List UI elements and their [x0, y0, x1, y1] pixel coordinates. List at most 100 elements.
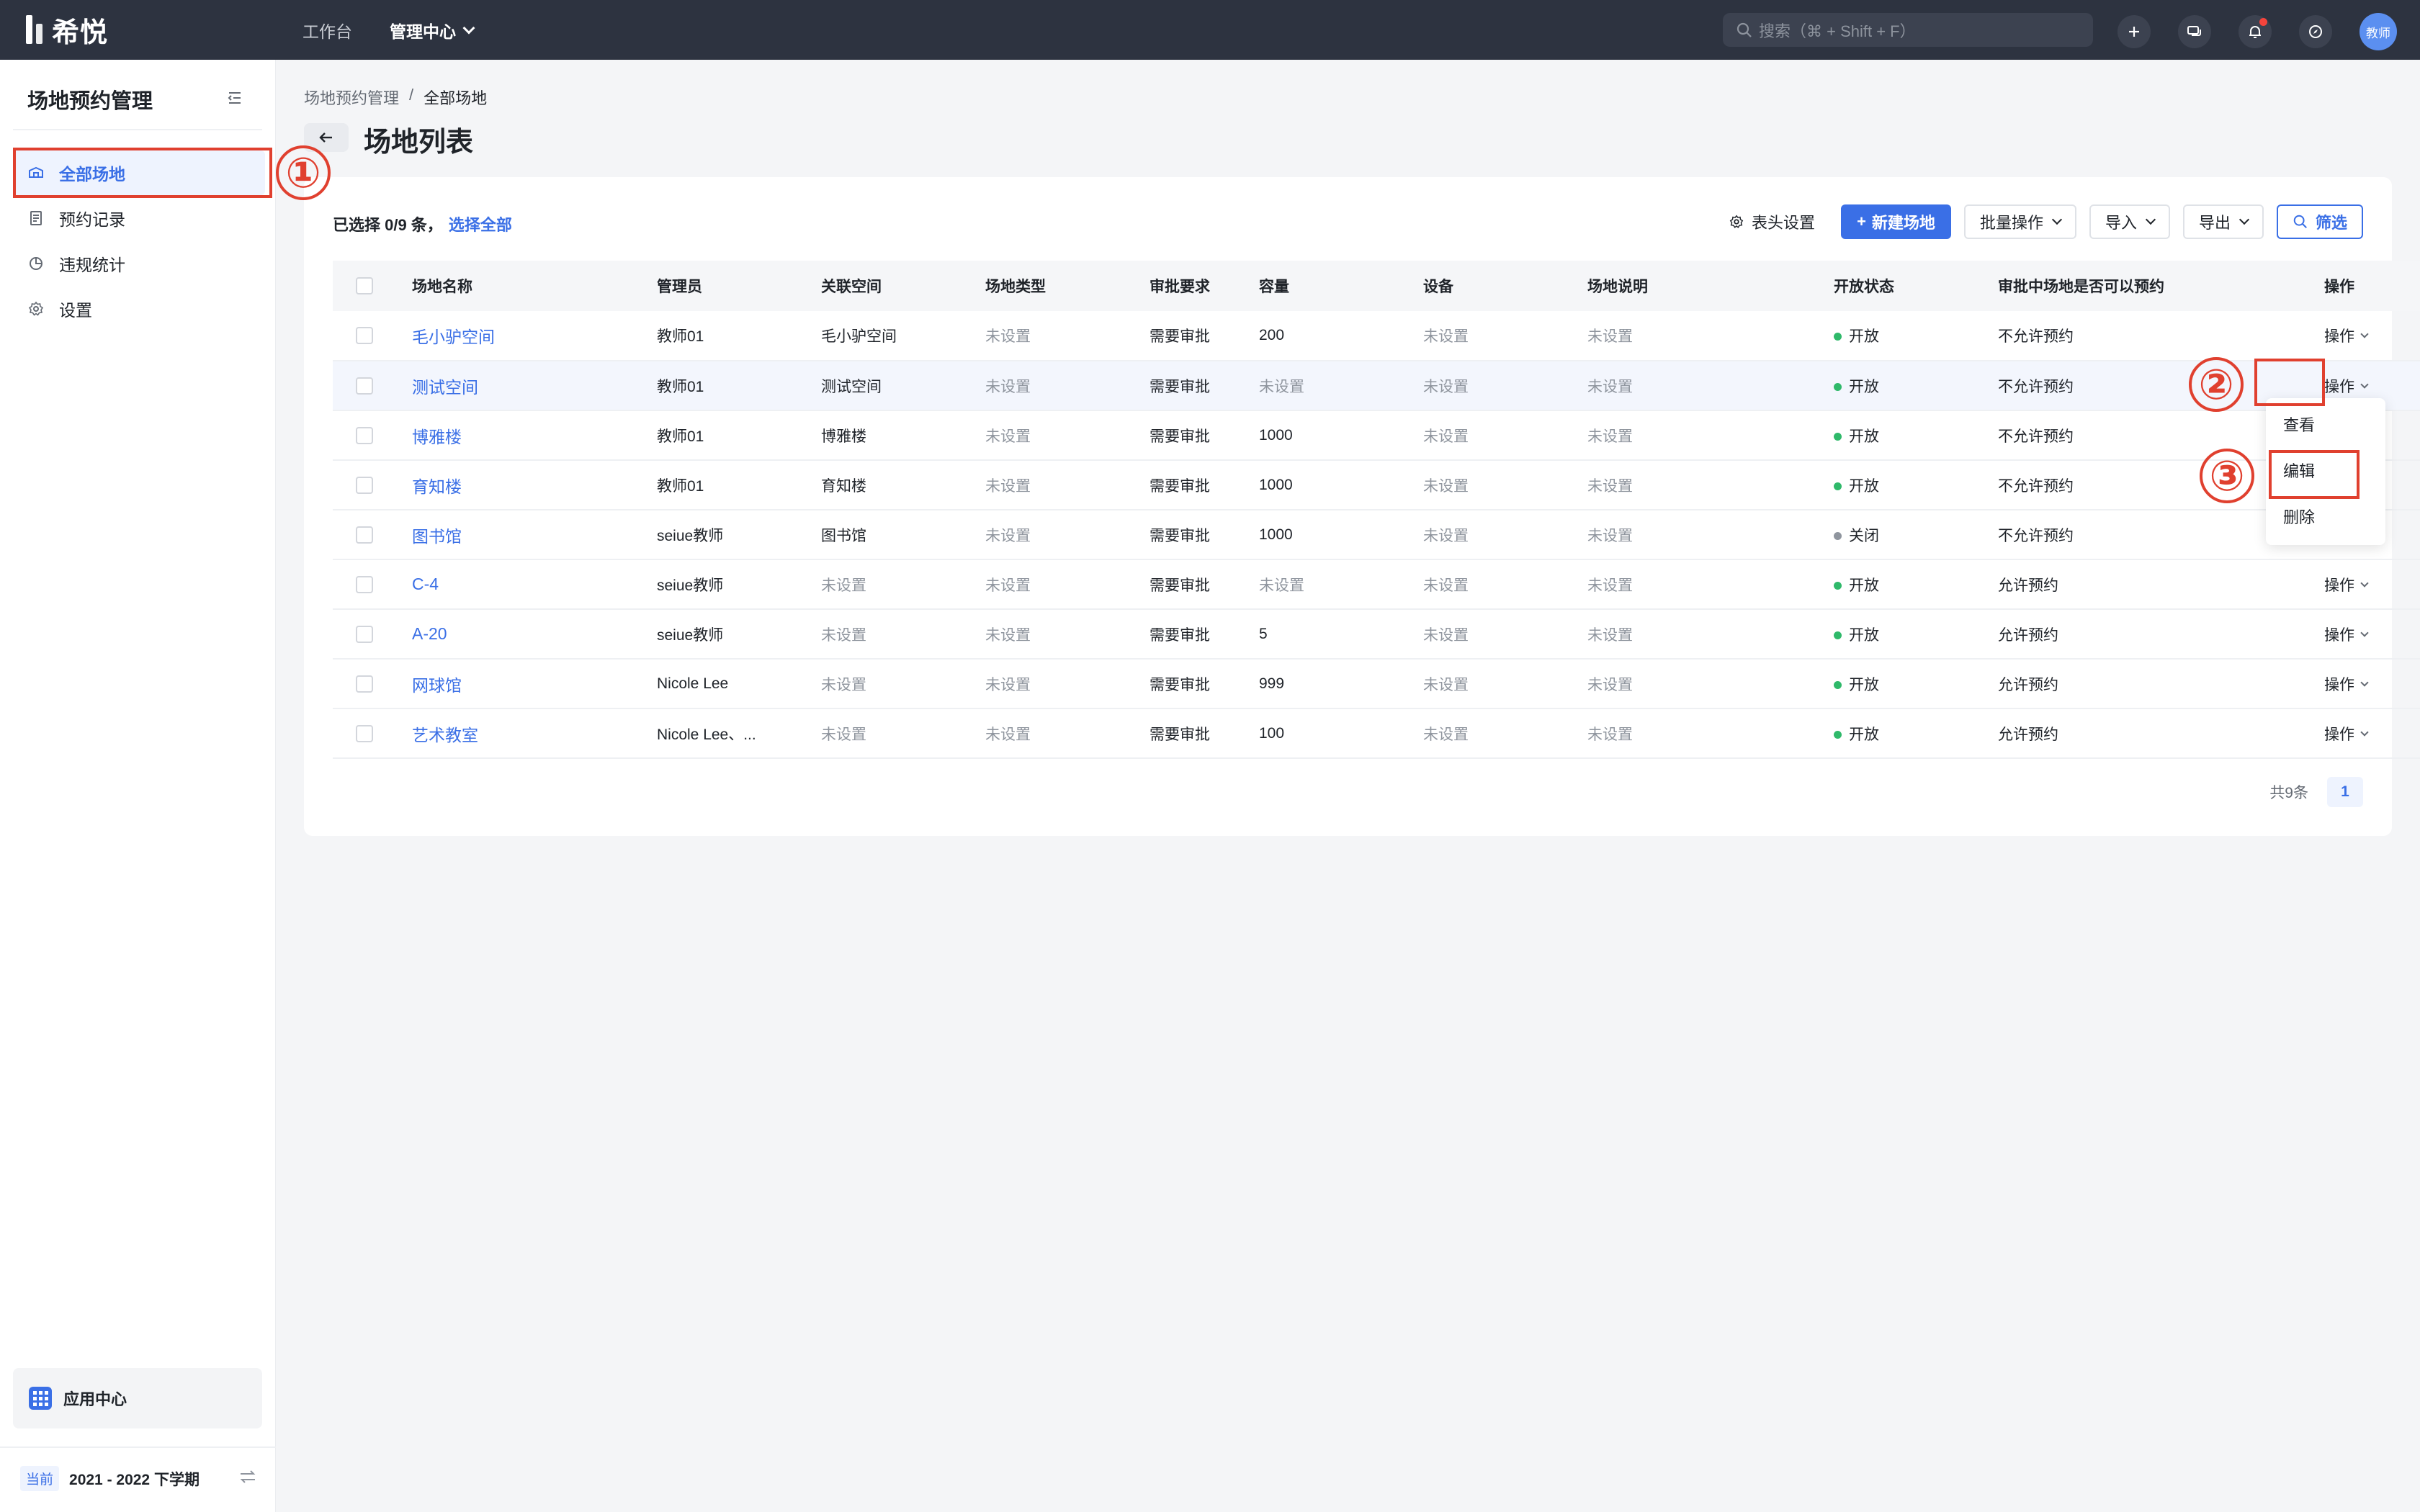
column-header: 关联空间 [821, 279, 882, 295]
status-text: 关闭 [1849, 527, 1879, 544]
row-action-dropdown[interactable]: 操作 [2324, 375, 2369, 397]
app-center-label: 应用中心 [63, 1390, 127, 1408]
row-action-label: 操作 [2324, 676, 2354, 693]
venue-name-link[interactable]: 毛小驴空间 [412, 328, 495, 346]
menu-item-delete[interactable]: 删除 [2283, 505, 2315, 528]
table-row: 博雅楼 教师01 博雅楼 未设置 需要审批 1000 未设置 未设置 开放 不允许预约 [333, 410, 2420, 460]
add-button[interactable] [2118, 15, 2151, 48]
app-logo[interactable]: 希悦 [26, 14, 108, 48]
app-center-button[interactable]: 应用中心 [13, 1368, 262, 1428]
venue-name-link[interactable]: 育知楼 [412, 477, 462, 496]
status-text: 开放 [1849, 378, 1879, 395]
selection-count: 已选择 0/9 条， [333, 216, 443, 234]
avatar[interactable]: 教师 [2360, 13, 2397, 50]
collapse-sidebar-icon[interactable] [226, 90, 243, 106]
space-cell: 未设置 [821, 726, 866, 743]
row-action-label: 操作 [2324, 726, 2354, 743]
row-action-dropdown[interactable]: 操作 [2324, 673, 2369, 695]
table-row: 测试空间 教师01 测试空间 未设置 需要审批 未设置 未设置 未设置 开放 不允许预约 操作 [333, 361, 2420, 410]
row-checkbox[interactable] [356, 675, 373, 693]
venue-name-link[interactable]: 网球馆 [412, 676, 462, 695]
venue-name-link[interactable]: 博雅楼 [412, 428, 462, 446]
row-checkbox[interactable] [356, 426, 373, 444]
type-cell: 未设置 [985, 676, 1031, 693]
column-settings-button[interactable]: 表头设置 [1716, 204, 1828, 239]
row-checkbox-cell [333, 708, 412, 758]
sidebar-item-violation-stats[interactable]: 违规统计 [13, 241, 265, 286]
row-action-dropdown[interactable]: 操作 [2324, 325, 2369, 346]
table-header-row: 场地名称 管理员 关联空间 场地类型 审批要求 容量 设备 场地说明 开放状态 … [333, 261, 2420, 311]
header-checkbox-cell [333, 261, 412, 311]
approval-cell: 需要审批 [1150, 428, 1210, 445]
venue-name-link[interactable]: C-4 [412, 575, 439, 593]
column-settings-label: 表头设置 [1752, 214, 1816, 232]
sidebar-item-booking-records[interactable]: 预约记录 [13, 196, 265, 240]
row-checkbox[interactable] [356, 575, 373, 593]
venue-name-link[interactable]: 测试空间 [412, 378, 478, 397]
admin-cell: 教师01 [657, 328, 704, 345]
capacity-cell: 200 [1259, 327, 1285, 343]
term-divider [0, 1446, 276, 1448]
venue-name-link[interactable]: 图书馆 [412, 527, 462, 546]
new-venue-button[interactable]: + 新建场地 [1841, 204, 1951, 239]
row-checkbox[interactable] [356, 526, 373, 544]
import-dropdown[interactable]: 导入 [2089, 204, 2170, 239]
global-search[interactable]: 搜索（⌘ + Shift + F） [1723, 13, 2093, 47]
nav-management-center[interactable]: 管理中心 [390, 18, 475, 42]
annotation-box-1 [13, 148, 272, 198]
annotation-number-1: ① [276, 145, 331, 200]
row-checkbox-cell [333, 361, 412, 410]
row-checkbox[interactable] [356, 625, 373, 643]
row-checkbox[interactable] [356, 327, 373, 344]
status-dot [1834, 531, 1842, 540]
term-selector[interactable]: 当前 2021 - 2022 下学期 [20, 1466, 200, 1491]
row-action-dropdown[interactable]: 操作 [2324, 624, 2369, 645]
venue-name-link[interactable]: A-20 [412, 624, 447, 643]
row-checkbox-cell [333, 510, 412, 559]
capacity-cell: 未设置 [1259, 577, 1304, 594]
app-grid-icon [29, 1387, 52, 1410]
equipment-cell: 未设置 [1423, 477, 1469, 495]
filter-button[interactable]: 筛选 [2276, 204, 2363, 239]
chat-button[interactable] [2178, 15, 2211, 48]
select-all-checkbox[interactable] [356, 277, 373, 294]
status-dot [1834, 482, 1842, 490]
row-action-dropdown[interactable]: 操作 [2324, 723, 2369, 744]
help-button[interactable] [2299, 15, 2332, 48]
document-icon [30, 211, 42, 225]
total-count: 共9条 [2269, 785, 2308, 801]
status-cell: 开放 [1834, 609, 1998, 659]
sidebar-item-settings[interactable]: 设置 [13, 287, 265, 331]
chevron-down-icon [462, 22, 475, 34]
table-row: 艺术教室 Nicole Lee、... 未设置 未设置 需要审批 100 未设置 未设置 开放 允… [333, 708, 2420, 758]
booking-cell: 允许预约 [1998, 577, 2058, 594]
status-text: 开放 [1849, 726, 1879, 743]
search-icon [2293, 215, 2307, 228]
notification-button[interactable] [2238, 15, 2272, 48]
menu-item-view[interactable]: 查看 [2283, 413, 2315, 436]
space-cell: 毛小驴空间 [821, 328, 897, 345]
breadcrumb-parent[interactable]: 场地预约管理 [304, 86, 399, 109]
row-checkbox[interactable] [356, 377, 373, 395]
row-action-label: 操作 [2324, 577, 2354, 594]
swap-icon[interactable] [238, 1469, 258, 1485]
approval-cell: 需要审批 [1150, 378, 1210, 395]
nav-workbench[interactable]: 工作台 [302, 18, 352, 42]
approval-cell: 需要审批 [1150, 328, 1210, 345]
row-checkbox[interactable] [356, 724, 373, 742]
status-cell: 开放 [1834, 410, 1998, 460]
row-action-dropdown[interactable]: 操作 [2324, 574, 2369, 595]
bell-icon [2249, 26, 2261, 38]
select-all-link[interactable]: 选择全部 [449, 216, 512, 234]
column-header: 场地说明 [1587, 279, 1648, 295]
row-action-label: 操作 [2324, 328, 2354, 345]
status-text: 开放 [1849, 328, 1879, 345]
export-dropdown[interactable]: 导出 [2182, 204, 2264, 239]
batch-actions-dropdown[interactable]: 批量操作 [1963, 204, 2076, 239]
admin-cell: Nicole Lee、... [657, 726, 756, 743]
page-button[interactable]: 1 [2327, 777, 2363, 807]
row-checkbox[interactable] [356, 476, 373, 494]
pagination: 共9条 1 [2269, 777, 2363, 807]
selection-info: 已选择 0/9 条， 选择全部 [333, 212, 512, 235]
venue-name-link[interactable]: 艺术教室 [412, 726, 478, 744]
